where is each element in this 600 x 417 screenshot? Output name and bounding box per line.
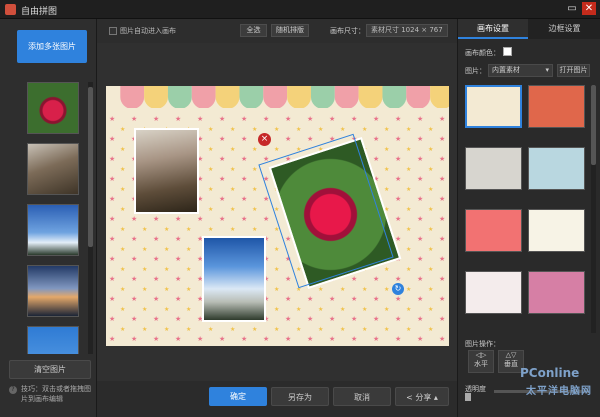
scrollbar-thumb[interactable] [88,87,93,247]
maximize-button[interactable]: ▭ [565,2,579,15]
thumbnail-list [24,82,82,354]
rotate-photo-icon[interactable]: ↻ [392,283,404,295]
share-label: 分享 [415,393,432,402]
opacity-slider-knob[interactable] [465,393,471,401]
add-images-button[interactable]: 添加多张图片 [17,30,87,63]
tip-text: 技巧：双击或者拖拽图片到画布编辑 [21,385,91,403]
photo-sky[interactable] [202,236,266,322]
workspace: ★ ★ × ↻ [97,43,457,381]
flip-horizontal-label: 水平 [474,360,488,368]
background-scrollbar[interactable] [591,85,596,333]
flip-vertical-icon: △▽ [505,351,517,359]
bg-tile-white[interactable] [465,271,522,314]
bg-tile-cream[interactable] [528,209,585,252]
canvas-size-label: 画布尺寸： [330,27,365,35]
random-layout-button[interactable]: 随机排版 [271,24,309,37]
share-icon: < [406,393,416,402]
canvas-toolbar: 图片自动进入画布 全选 随机排版 画布尺寸： 素材尺寸 1024 × 767 [97,19,457,43]
clear-images-button[interactable]: 清空图片 [9,360,91,379]
photo-tree[interactable] [134,128,199,214]
watermark-subtitle: 太平洋电脑网 [526,386,592,397]
cancel-button[interactable]: 取消 [333,387,391,406]
chevron-up-icon: ▴ [431,393,438,402]
open-image-button[interactable]: 打开图片 [557,64,590,77]
settings-panel: 画布设置 边框设置 画布颜色： 图片： 内置素材 ▾ 打开图片 图片操作： ◁▷… [457,19,600,417]
action-bar: 确定 另存为 取消 < 分享 ▴ [97,381,457,417]
image-source-label: 图片： [465,67,486,75]
chevron-down-icon: ▾ [545,66,549,74]
bg-tile-coral[interactable] [528,85,585,128]
image-ops-label: 图片操作： [465,340,500,348]
bg-tile-pink[interactable] [465,209,522,252]
flip-horizontal-button[interactable]: ◁▷ 水平 [468,350,494,373]
thumbnail-tree[interactable] [27,143,79,195]
material-value: 内置素材 [492,66,520,74]
watermark-logo-text: PConline [520,366,580,380]
bg-tile-lightblue[interactable] [528,147,585,190]
pconline-watermark: PConline 太平洋电脑网 [520,366,600,406]
thumbnail-scrollbar[interactable] [88,82,93,354]
auto-insert-label: 图片自动进入画布 [120,27,176,35]
tab-border-settings[interactable]: 边框设置 [528,19,600,39]
delete-photo-icon[interactable]: × [258,133,271,146]
thumbnail-dusk[interactable] [27,265,79,317]
bg-tile-grey[interactable] [465,147,522,190]
collage-canvas[interactable]: ★ ★ × ↻ [106,86,449,346]
close-button[interactable]: ✕ [582,2,596,15]
auto-insert-checkbox[interactable] [109,27,117,35]
title-bar: 自由拼图 ▭ ✕ [0,0,600,19]
tab-canvas-settings[interactable]: 画布设置 [458,19,528,39]
help-icon: ? [9,386,17,394]
select-all-button[interactable]: 全选 [240,24,267,37]
bg-tile-mauve[interactable] [528,271,585,314]
window-title: 自由拼图 [21,7,58,17]
thumbnail-blue[interactable] [27,326,79,354]
share-button[interactable]: < 分享 ▴ [395,387,449,406]
ok-button[interactable]: 确定 [209,387,267,406]
scrollbar-thumb[interactable] [591,85,596,165]
thumbnail-sky[interactable] [27,204,79,256]
scallop-border [120,86,449,108]
app-logo-icon [5,4,16,15]
canvas-size-select[interactable]: 素材尺寸 1024 × 767 [366,24,448,37]
image-list-panel: 添加多张图片 清空图片 ? 技巧：双击或者拖拽图片到画布编辑 [0,19,97,417]
bg-tile-stars[interactable] [465,85,522,128]
canvas-color-picker[interactable] [503,47,512,56]
flip-horizontal-icon: ◁▷ [475,351,487,359]
canvas-color-label: 画布颜色： [465,49,500,57]
material-select[interactable]: 内置素材 ▾ [488,64,553,77]
save-as-button[interactable]: 另存为 [271,387,329,406]
thumbnail-rose[interactable] [27,82,79,134]
background-grid [465,85,589,333]
